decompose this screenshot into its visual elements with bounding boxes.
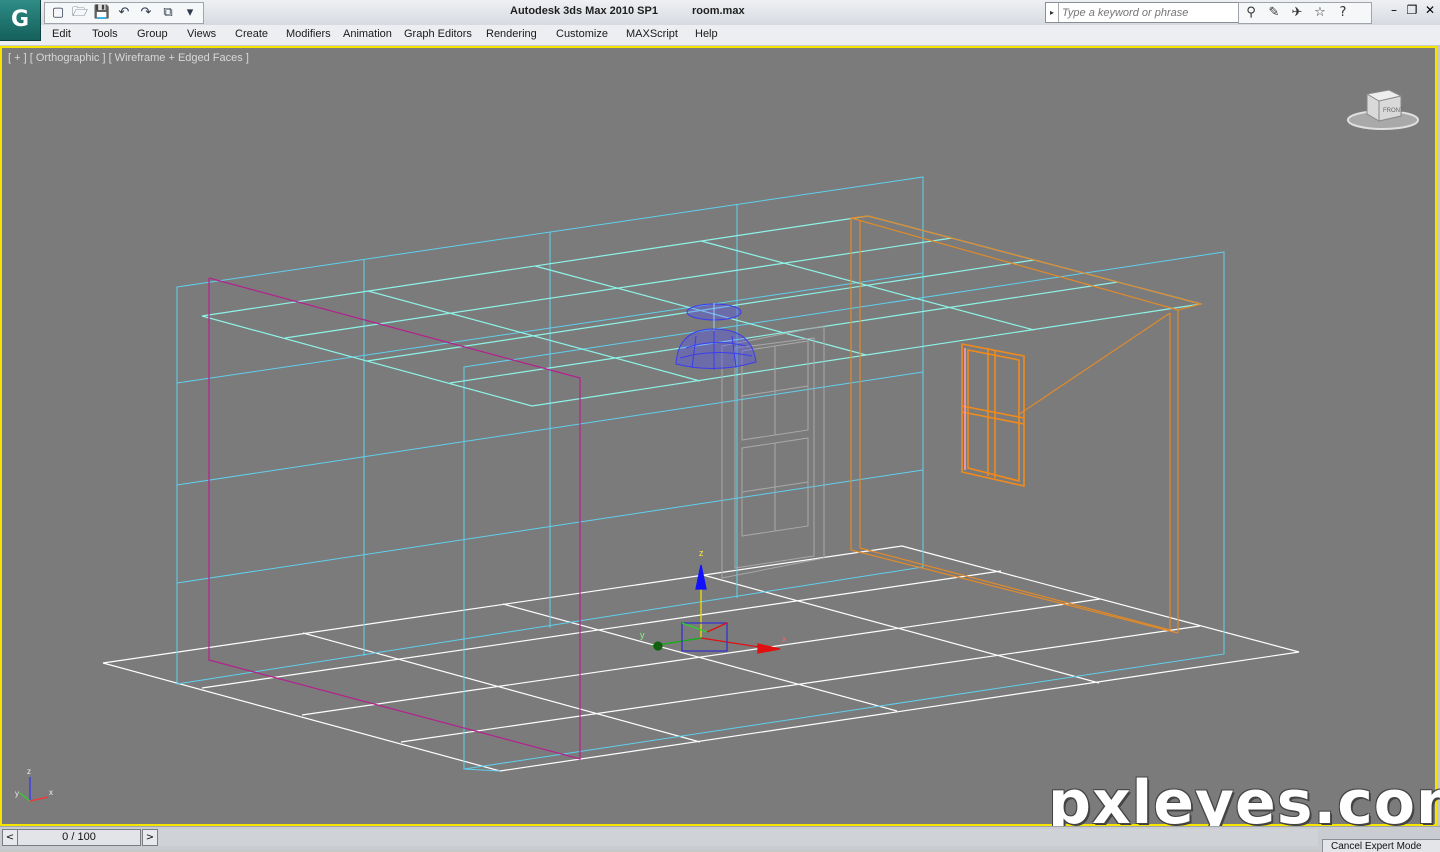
time-slider-bar: < 0 / 100 > Cancel Expert Mode <box>0 826 1440 852</box>
binoculars-icon[interactable]: ⚲ <box>1241 3 1261 23</box>
track-bar[interactable] <box>158 829 1318 846</box>
quick-access-toolbar: ▢ 🗁 💾 ↶ ↷ ⧉ ▾ <box>44 2 204 24</box>
perspective-viewport[interactable]: [ + ] [ Orthographic ] [ Wireframe + Edg… <box>0 46 1440 838</box>
favorites-icon[interactable]: ✈ <box>1287 3 1307 23</box>
tripod-z-label: z <box>27 767 31 776</box>
menu-graph-editors[interactable]: Graph Editors <box>404 28 472 40</box>
star-icon[interactable]: ☆ <box>1310 3 1330 23</box>
gizmo-x-label: x <box>782 634 787 644</box>
menu-help[interactable]: Help <box>695 28 718 40</box>
tripod-y-label: y <box>15 789 19 798</box>
ceiling-lamp[interactable] <box>675 303 757 370</box>
window-file-name: room.max <box>692 5 745 17</box>
infocenter-search: ▸ <box>1045 2 1239 23</box>
save-icon[interactable]: 💾 <box>92 3 112 23</box>
window-controls: – ❐ ✕ <box>1388 3 1436 17</box>
project-folder-icon[interactable]: ⧉ <box>158 3 178 23</box>
menu-tools[interactable]: Tools <box>92 28 118 40</box>
previous-frame-button[interactable]: < <box>2 829 18 846</box>
help-icon[interactable]: ? <box>1333 3 1353 23</box>
infocenter-toolbar: ⚲ ✎ ✈ ☆ ? <box>1238 2 1372 24</box>
time-slider[interactable]: 0 / 100 <box>17 829 141 846</box>
room-walls[interactable] <box>176 176 1225 772</box>
title-bar: G ▢ 🗁 💾 ↶ ↷ ⧉ ▾ Autodesk 3ds Max 2010 SP… <box>0 0 1440 41</box>
viewcube-front-label: FRONT <box>1383 108 1404 114</box>
close-button[interactable]: ✕ <box>1424 3 1436 17</box>
menu-customize[interactable]: Customize <box>556 28 608 40</box>
menu-create[interactable]: Create <box>235 28 268 40</box>
window-object[interactable] <box>961 343 1025 488</box>
viewcube-icon[interactable]: FRONT <box>1347 84 1419 132</box>
undo-icon[interactable]: ↶ <box>114 3 134 23</box>
scene-wireframe[interactable]: z x y <box>2 48 1439 828</box>
menu-rendering[interactable]: Rendering <box>486 28 537 40</box>
gizmo-y-label: y <box>640 630 645 640</box>
menu-group[interactable]: Group <box>137 28 168 40</box>
new-file-icon[interactable]: ▢ <box>48 3 68 23</box>
redo-icon[interactable]: ↷ <box>136 3 156 23</box>
tripod-x-label: x <box>49 788 53 797</box>
window-title: Autodesk 3ds Max 2010 SP1 <box>510 5 658 17</box>
menu-animation[interactable]: Animation <box>343 28 392 40</box>
left-wall-edge[interactable] <box>208 277 581 760</box>
minimize-button[interactable]: – <box>1388 3 1400 17</box>
application-menu-button[interactable]: G <box>0 0 41 41</box>
search-input[interactable] <box>1060 4 1236 21</box>
next-frame-button[interactable]: > <box>142 829 158 846</box>
menu-modifiers[interactable]: Modifiers <box>286 28 331 40</box>
menu-edit[interactable]: Edit <box>52 28 71 40</box>
restore-button[interactable]: ❐ <box>1406 3 1418 17</box>
gizmo-z-label: z <box>699 548 704 558</box>
chevron-down-icon[interactable]: ▾ <box>180 3 200 23</box>
cancel-expert-mode-button[interactable]: Cancel Expert Mode <box>1322 839 1440 852</box>
axis-tripod-icon: z x y <box>15 767 53 802</box>
menu-views[interactable]: Views <box>187 28 216 40</box>
open-file-icon[interactable]: 🗁 <box>70 3 90 23</box>
communication-center-icon[interactable]: ✎ <box>1264 3 1284 23</box>
menu-maxscript[interactable]: MAXScript <box>626 28 678 40</box>
search-expand-icon[interactable]: ▸ <box>1046 3 1059 22</box>
menu-bar: Edit Tools Group Views Create Modifiers … <box>0 25 1440 46</box>
